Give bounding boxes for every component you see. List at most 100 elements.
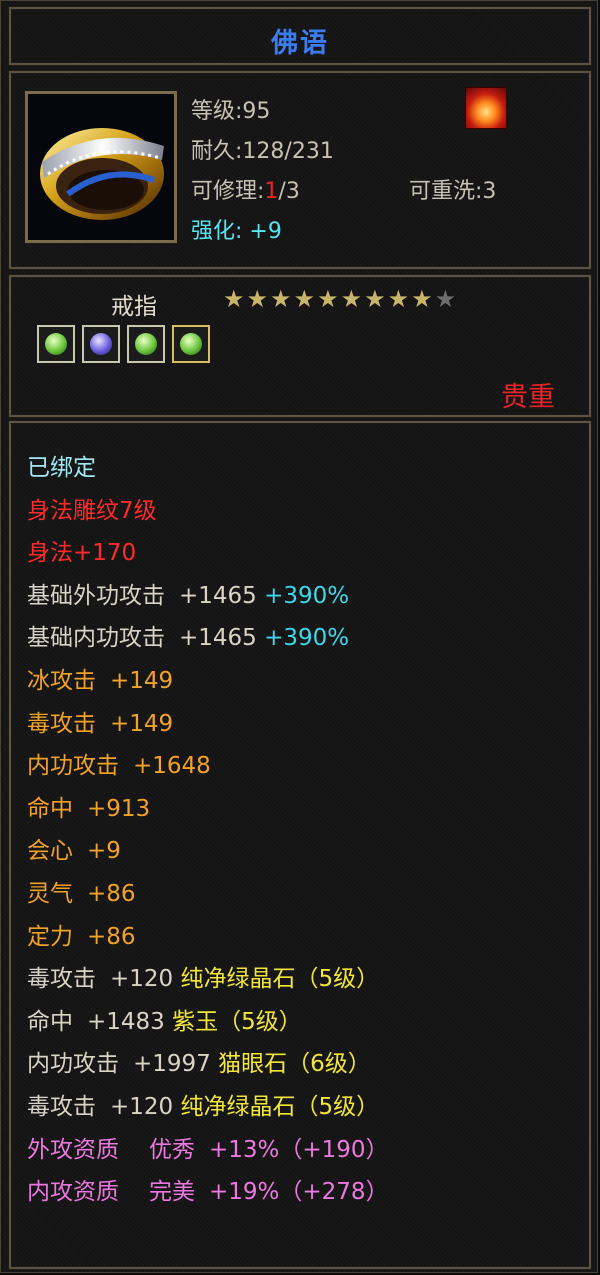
stat-value: +149 [110,667,174,694]
stat-value: +913 [87,795,151,822]
star-icon: ★ [411,285,433,313]
stat-label: 会心 [27,838,73,865]
aptitude-value: +19%（+278） [209,1179,389,1206]
ring-item-icon [25,91,177,243]
stat-value: +1997 [133,1051,211,1078]
star-icon: ★ [223,285,245,313]
carving-bonus-line: 身法+170 [27,540,137,567]
gem-stat-line: 命中 +1483 紫玉（5级） [27,1001,389,1044]
stat-value: +149 [110,710,174,737]
enhance-label: 强化: [191,219,243,244]
bound-status: 已绑定 [27,455,96,481]
gem-slots [37,325,210,363]
rewash-line: 可重洗:3 [409,173,496,205]
stat-value: +1465 [179,582,257,609]
stat-line: 基础内功攻击 +1465 +390% [27,617,389,660]
stat-line: 定力 +86 [27,916,389,959]
title-bar: 佛语 [9,7,591,65]
stat-value: +86 [87,880,136,907]
repair-line: 可修理:1/3 [191,173,300,205]
stat-value: +1483 [87,1008,165,1035]
level-line: 等级:95 [191,93,270,125]
star-empty-icon: ★ [434,285,457,313]
cats-eye-gem-icon [172,325,210,363]
stat-line: 会心 +9 [27,830,389,873]
aptitude-grade: 优秀 [149,1136,195,1163]
stat-label: 命中 [27,795,73,822]
enhance-line: 强化: +9 [191,213,282,245]
durability-value: 128/231 [242,139,334,164]
stat-line: 灵气 +86 [27,873,389,916]
stat-value: +9 [87,838,121,865]
stat-label: 基础内功攻击 [27,625,165,652]
stats-panel: 已绑定 身法雕纹7级 身法+170 基础外功攻击 +1465 +390% 基础内功… [9,421,591,1269]
aptitude-value: +13%（+190） [209,1136,389,1163]
star-icon: ★ [270,285,292,313]
stat-label: 内功攻击 [27,1051,119,1078]
stat-label: 定力 [27,923,73,950]
stat-line: 基础外功攻击 +1465 +390% [27,575,389,618]
star-icon: ★ [340,285,363,313]
star-icon: ★ [317,285,339,313]
stat-label: 基础外功攻击 [27,582,165,609]
gem-name: 紫玉（5级） [172,1008,302,1035]
stat-label: 毒攻击 [27,1093,96,1120]
gem-stat-line: 内功攻击 +1997 猫眼石（6级） [27,1043,389,1086]
durability-line: 耐久:128/231 [191,133,334,165]
gem-name: 纯净绿晶石（5级） [180,966,380,993]
carving-line: 身法雕纹7级 [27,497,157,524]
repair-total: /3 [278,179,300,204]
purple-gem-icon [82,325,120,363]
stat-label: 内功攻击 [27,753,119,780]
aptitude-label: 内攻资质 [27,1179,119,1206]
level-label: 等级: [191,99,243,124]
green-gem-icon [127,325,165,363]
repair-label: 可修理: [191,179,265,204]
item-tooltip: 佛语 等级:95 耐久:128/231 可修理:1/3 可重洗:3 强化: +9… [0,0,598,1273]
stat-label: 灵气 [27,880,73,907]
rewash-value: 3 [482,179,497,204]
stat-line: 内功攻击 +1648 [27,745,389,788]
ring-icon [28,94,174,240]
star-icon: ★ [293,285,316,313]
stat-list: 已绑定 身法雕纹7级 身法+170 基础外功攻击 +1465 +390% 基础内功… [27,447,389,1214]
star-rating: ★ ★ ★ ★ ★ ★ ★ ★ ★ ★ [223,287,456,311]
item-type-label: 戒指 [111,294,157,320]
gem-name: 纯净绿晶石（5级） [180,1093,380,1120]
stat-value: +120 [110,1093,174,1120]
aptitude-line: 内攻资质 完美 +19%（+278） [27,1171,389,1214]
stat-label: 毒攻击 [27,710,96,737]
green-gem-icon [37,325,75,363]
aptitude-label: 外攻资质 [27,1136,119,1163]
level-value: 95 [242,99,271,124]
stat-line: 命中 +913 [27,788,389,831]
stat-value: +1465 [179,625,257,652]
item-info-panel: 等级:95 耐久:128/231 可修理:1/3 可重洗:3 强化: +9 [9,71,591,269]
fire-attribute-icon [465,87,507,129]
repair-used: 1 [264,179,279,204]
stat-value: +1648 [133,753,211,780]
stat-line: 毒攻击 +149 [27,703,389,746]
star-icon: ★ [364,285,386,313]
item-title: 佛语 [271,28,329,59]
aptitude-line: 外攻资质 优秀 +13%（+190） [27,1129,389,1172]
stat-value: +86 [87,923,136,950]
quality-label: 贵重 [501,382,555,413]
stat-value: +120 [110,966,174,993]
star-icon: ★ [246,285,269,313]
stat-label: 命中 [27,1008,73,1035]
star-icon: ★ [387,285,410,313]
aptitude-grade: 完美 [149,1179,195,1206]
stat-percent: +390% [264,625,350,652]
gem-stat-line: 毒攻击 +120 纯净绿晶石（5级） [27,1086,389,1129]
item-type-panel: 戒指 ★ ★ ★ ★ ★ ★ ★ ★ ★ ★ 贵重 [9,275,591,417]
stat-label: 冰攻击 [27,667,96,694]
stat-percent: +390% [264,582,350,609]
gem-name: 猫眼石（6级） [218,1051,371,1078]
stat-label: 毒攻击 [27,966,96,993]
stat-line: 冰攻击 +149 [27,660,389,703]
durability-label: 耐久: [191,139,243,164]
gem-stat-line: 毒攻击 +120 纯净绿晶石（5级） [27,958,389,1001]
enhance-value: +9 [249,219,282,244]
rewash-label: 可重洗: [409,179,483,204]
